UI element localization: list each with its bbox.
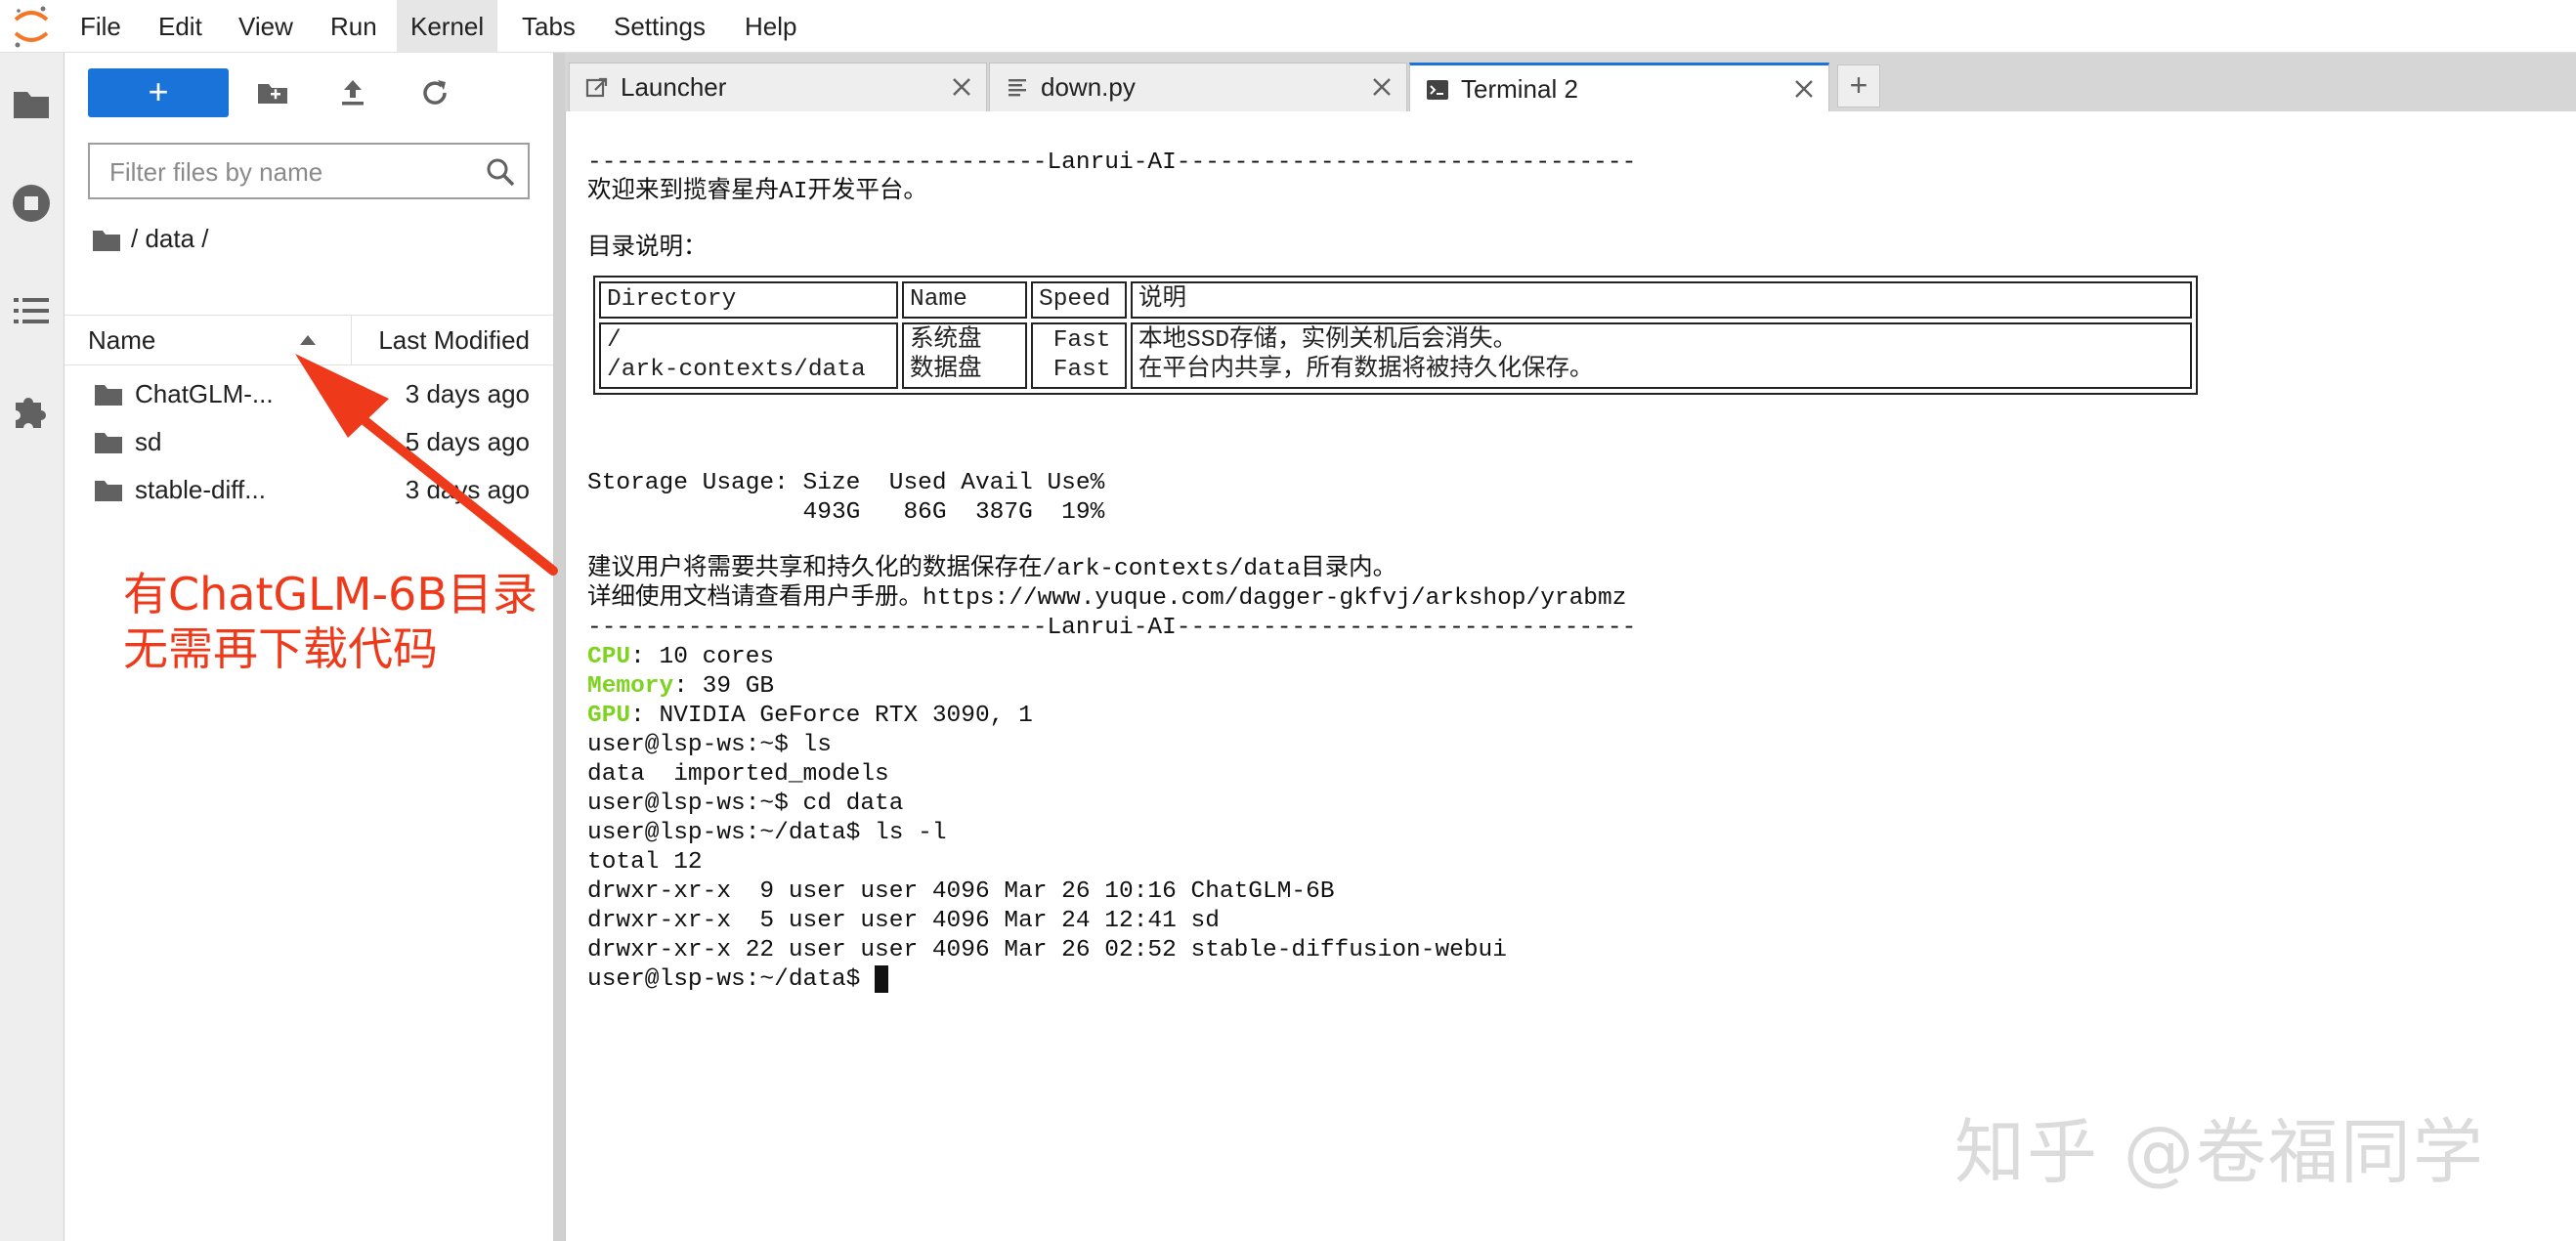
breadcrumb-path[interactable]: / data / (131, 224, 209, 253)
advice-line: 详细使用文档请查看用户手册。https://www.yuque.com/dagg… (587, 585, 1627, 612)
menu-help[interactable]: Help (731, 0, 810, 53)
terminal-line: user@lsp-ws:~$ cd data (587, 791, 904, 817)
table-header: 说明 (1131, 281, 2192, 319)
menu-settings[interactable]: Settings (600, 0, 719, 53)
close-icon[interactable] (1371, 76, 1393, 98)
tab-label: down.py (1041, 72, 1136, 102)
cpu-info: CPU: 10 cores (587, 643, 774, 672)
tab-label: Launcher (621, 72, 727, 102)
extension-puzzle-icon[interactable] (10, 389, 53, 432)
gpu-info: GPU: NVIDIA GeForce RTX 3090, 1 (587, 702, 1033, 731)
terminal-prompt: user@lsp-ws:~/data$ (587, 966, 876, 993)
terminal-banner: --------------------------------Lanrui-A… (587, 615, 1637, 641)
annotation-line: 无需再下载代码 (123, 622, 438, 675)
storage-header: Storage Usage: Size Used Avail Use% (587, 470, 1105, 496)
terminal-line: data imported_models (587, 761, 889, 788)
table-cell-speeds: Fast Fast (1031, 322, 1127, 389)
new-tab-button[interactable]: + (1837, 64, 1880, 107)
folder-icon[interactable] (92, 228, 121, 253)
tab-terminal-2[interactable]: Terminal 2 (1409, 63, 1829, 111)
list-item[interactable]: stable-diff... 3 days ago (64, 465, 553, 514)
advice-line: 建议用户将需要共享和持久化的数据保存在/ark-contexts/data目录内… (587, 556, 1397, 582)
table-cell-directories: / /ark-contexts/data (599, 322, 898, 389)
search-icon (487, 158, 515, 187)
file-modified: 3 days ago (405, 379, 530, 408)
file-list-header: Name Last Modified (64, 315, 553, 365)
activity-bar (0, 53, 64, 1241)
memory-value: : 39 GB (673, 673, 775, 700)
gpu-label: GPU (587, 703, 631, 729)
table-of-contents-icon[interactable] (10, 289, 53, 332)
panel-splitter[interactable] (553, 53, 565, 1241)
file-modified: 3 days ago (405, 475, 530, 504)
close-icon[interactable] (1793, 78, 1815, 100)
storage-values: 493G 86G 387G 19% (587, 499, 1105, 526)
list-item[interactable]: sd 5 days ago (64, 417, 553, 466)
filter-input[interactable] (107, 150, 473, 193)
terminal-welcome: 欢迎来到揽睿星舟AI开发平台。 (587, 179, 927, 205)
folder-icon (95, 385, 122, 406)
menu-bar: File Edit View Run Kernel Tabs Settings … (0, 0, 2576, 53)
folder-icon (95, 481, 122, 501)
terminal-line: total 12 (587, 849, 703, 876)
cpu-label: CPU (587, 644, 631, 670)
refresh-icon[interactable] (416, 74, 453, 111)
table-header: Speed (1031, 281, 1127, 319)
column-header-modified[interactable]: Last Modified (378, 316, 530, 364)
tab-down-py[interactable]: down.py (989, 63, 1407, 111)
annotation-line: 有ChatGLM-6B目录 (123, 568, 537, 620)
terminal-icon (1427, 80, 1448, 100)
gpu-value: : NVIDIA GeForce RTX 3090, 1 (630, 703, 1033, 729)
new-launcher-button[interactable]: + (88, 68, 229, 117)
terminal-line: drwxr-xr-x 5 user user 4096 Mar 24 12:41… (587, 908, 1220, 934)
memory-label: Memory (587, 673, 674, 700)
file-modified: 5 days ago (405, 427, 530, 456)
file-name: sd (135, 427, 162, 456)
tab-launcher[interactable]: Launcher (569, 63, 987, 111)
table-cell-names: 系统盘 数据盘 (902, 322, 1027, 389)
column-name-label: Name (88, 325, 156, 355)
tab-bar: Launcher down.py Terminal 2 + (565, 53, 2576, 111)
terminal-line: user@lsp-ws:~/data$ ls -l (587, 820, 947, 846)
annotation-text: 有ChatGLM-6B目录 无需再下载代码 (123, 567, 537, 676)
running-sessions-icon[interactable] (10, 182, 53, 225)
sort-ascending-icon (300, 335, 316, 345)
watermark: 知乎 @卷福同学 (1954, 1111, 2485, 1193)
cpu-value: : 10 cores (630, 644, 775, 670)
menu-edit[interactable]: Edit (145, 0, 216, 53)
terminal-dir-heading: 目录说明： (587, 235, 708, 262)
terminal-banner: --------------------------------Lanrui-A… (587, 150, 1637, 176)
breadcrumb: / data / (92, 219, 209, 258)
file-name: ChatGLM-... (135, 379, 274, 408)
list-item[interactable]: ChatGLM-... 3 days ago (64, 369, 553, 418)
menu-run[interactable]: Run (317, 0, 391, 53)
jupyter-logo-icon (14, 6, 49, 48)
table-header: Name (902, 281, 1027, 319)
table-cell-descriptions: 本地SSD存储，实例关机后会消失。 在平台内共享，所有数据将被持久化保存。 (1131, 322, 2192, 389)
file-text-icon (1009, 79, 1026, 97)
upload-icon[interactable] (334, 74, 371, 111)
directory-table: Directory Name Speed 说明 / /ark-contexts/… (593, 276, 2198, 395)
terminal-cursor (875, 965, 889, 993)
column-header-name[interactable]: Name (88, 316, 352, 364)
terminal-prompt-line[interactable]: user@lsp-ws:~/data$ (587, 965, 889, 995)
terminal-panel[interactable]: --------------------------------Lanrui-A… (565, 111, 2576, 1241)
close-icon[interactable] (951, 76, 972, 98)
table-header: Directory (599, 281, 898, 319)
menu-kernel[interactable]: Kernel (397, 0, 498, 53)
launcher-icon (585, 77, 608, 98)
terminal-line: user@lsp-ws:~$ ls (587, 732, 832, 758)
file-name: stable-diff... (135, 475, 266, 504)
menu-tabs[interactable]: Tabs (508, 0, 589, 53)
menu-view[interactable]: View (225, 0, 307, 53)
new-folder-icon[interactable] (254, 74, 291, 111)
terminal-line: drwxr-xr-x 22 user user 4096 Mar 26 02:5… (587, 937, 1507, 963)
file-filter (88, 143, 530, 199)
memory-info: Memory: 39 GB (587, 672, 774, 702)
menu-file[interactable]: File (66, 0, 135, 53)
folder-icon[interactable] (10, 82, 53, 125)
tab-label: Terminal 2 (1461, 74, 1578, 104)
terminal-line: drwxr-xr-x 9 user user 4096 Mar 26 10:16… (587, 878, 1335, 905)
folder-icon (95, 433, 122, 453)
